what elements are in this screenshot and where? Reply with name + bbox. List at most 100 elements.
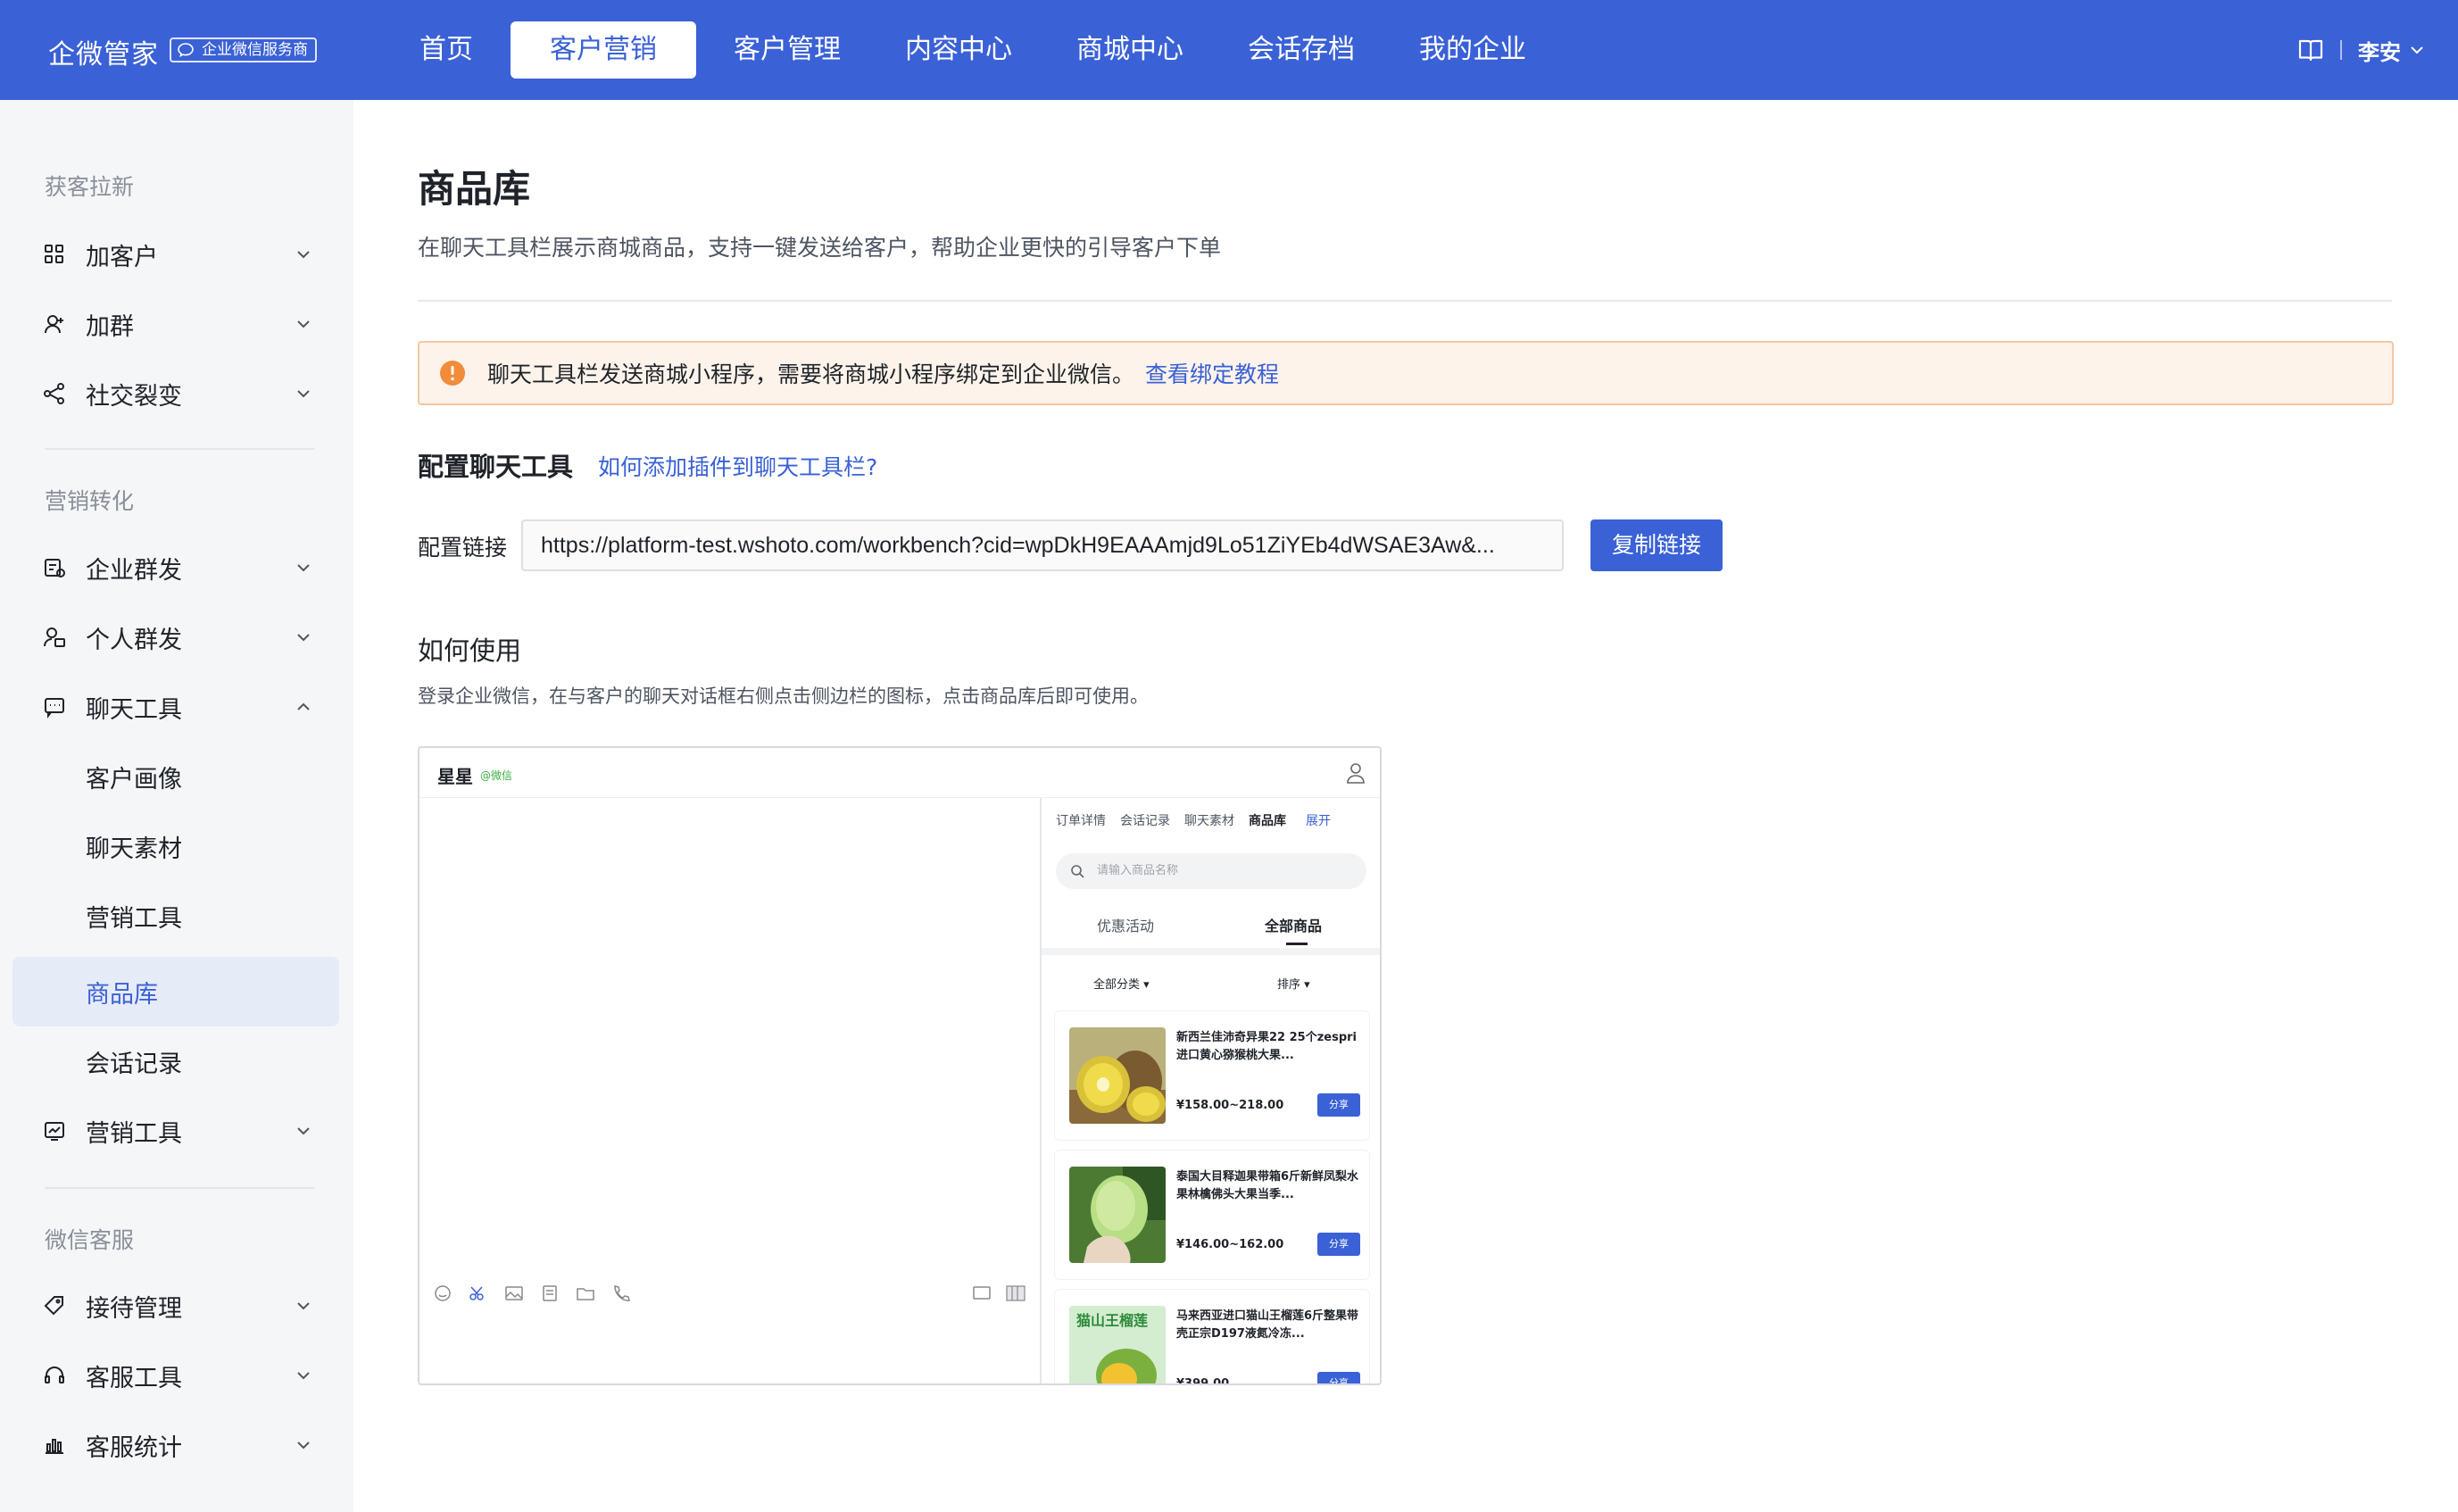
- preview-product-card: 泰国大目释迦果带箱6斤新鲜凤梨水果林檎佛头大果当季... ¥146.00~162…: [1054, 1150, 1370, 1280]
- sidebar-item-label: 接待管理: [86, 1294, 182, 1323]
- book-icon[interactable]: [2297, 37, 2324, 62]
- group-title-wechat-service: 微信客服: [45, 1227, 135, 1253]
- person-icon: [1347, 763, 1365, 784]
- sidebar-item-service-tools[interactable]: 客服工具: [12, 1341, 339, 1410]
- service-provider-badge: 企业微信服务商: [170, 37, 317, 62]
- sidebar-subitem-product-library[interactable]: 商品库: [12, 957, 339, 1026]
- nav-content-center[interactable]: 内容中心: [878, 21, 1039, 79]
- main-nav: 首页 客户营销 客户管理 内容中心 商城中心 会话存档 我的企业: [393, 0, 1564, 100]
- sidebar-item-label: 客服工具: [86, 1364, 182, 1392]
- preview-sidebar-panel: 订单详情 会话记录 聊天素材 商品库 展开 请输入商品名称 优惠活动 全部商品 …: [1040, 798, 1380, 1385]
- preview-tab-expand: 展开: [1306, 814, 1331, 828]
- preview-chat-toolbar: [432, 1284, 632, 1303]
- sidebar-subitem-marketing-tools[interactable]: 营销工具: [12, 881, 339, 951]
- preview-panel-tabs: 订单详情 会话记录 聊天素材 商品库 展开: [1042, 798, 1380, 843]
- sidebar-panel-icon: [1006, 1285, 1026, 1301]
- preview-filter-category: 全部分类 ▾: [1093, 978, 1150, 992]
- kiwi-image: [1069, 1027, 1166, 1124]
- nav-customer-marketing[interactable]: 客户营销: [511, 21, 696, 79]
- share-icon: [44, 383, 64, 404]
- config-link-field[interactable]: https://platform-test.wshoto.com/workben…: [521, 519, 1564, 571]
- sidebar-item-chat-tools[interactable]: 聊天工具: [12, 672, 339, 742]
- nav-customer-management[interactable]: 客户管理: [707, 21, 868, 79]
- preview-seg-underline: [1286, 943, 1308, 945]
- preview-product-card: 猫山王榴莲 马来西亚进口猫山王榴莲6斤整果带壳正宗D197液氮冷冻... ¥39…: [1054, 1289, 1370, 1385]
- sidebar: 获客拉新 加客户 加群 社交裂变 营销转化 企业群发 个人群发 聊天工具 客户画…: [0, 100, 353, 1512]
- sidebar-item-service-statistics[interactable]: 客服统计: [12, 1410, 339, 1480]
- preview-product-price: ¥399.00: [1176, 1377, 1230, 1385]
- preview-share-button: 分享: [1317, 1093, 1360, 1117]
- copy-link-button[interactable]: 复制链接: [1590, 519, 1723, 571]
- page-description: 在聊天工具栏展示商城商品，支持一键发送给客户，帮助企业更快的引导客户下单: [418, 235, 1222, 261]
- chevron-down-icon: [297, 251, 310, 259]
- sidebar-item-add-group[interactable]: 加群: [12, 289, 339, 359]
- sidebar-subitem-chat-materials[interactable]: 聊天素材: [12, 811, 339, 881]
- preview-segment-tabs: 优惠活动 全部商品: [1042, 903, 1380, 948]
- sidebar-item-label: 聊天素材: [86, 835, 182, 863]
- preview-share-button: 分享: [1317, 1372, 1360, 1383]
- nav-my-enterprise[interactable]: 我的企业: [1392, 21, 1553, 79]
- preview-tab-products: 商品库: [1249, 814, 1286, 828]
- sidebar-item-label: 聊天工具: [86, 695, 182, 724]
- section-title: 配置聊天工具: [418, 452, 574, 482]
- usage-preview-image: 星星 @微信 订单详情 会话记录 聊天素材 商品库 展开 请输入商品名称 优惠活…: [418, 746, 1382, 1385]
- scissors-icon: [469, 1286, 484, 1300]
- chevron-down-icon: [297, 1441, 310, 1450]
- top-navbar: 企微管家 企业微信服务商 首页 客户营销 客户管理 内容中心 商城中心 会话存档…: [0, 0, 2458, 100]
- broadcast-icon: [45, 559, 65, 577]
- nav-session-archive[interactable]: 会话存档: [1221, 21, 1382, 79]
- brand-logo-text[interactable]: 企微管家: [48, 32, 159, 71]
- preview-filter-sort: 排序 ▾: [1277, 978, 1310, 992]
- main-content: 商品库 在聊天工具栏展示商城商品，支持一键发送给客户，帮助企业更快的引导客户下单…: [353, 100, 2458, 1512]
- chat-icon: [45, 698, 64, 719]
- group-title-marketing: 营销转化: [45, 488, 135, 514]
- title-divider: [418, 300, 2392, 302]
- chevron-down-icon: [297, 564, 310, 572]
- chevron-down-icon: [297, 1372, 310, 1380]
- headset-icon: [45, 1367, 64, 1383]
- phone-icon: [614, 1285, 630, 1301]
- sidebar-item-label: 商品库: [86, 980, 158, 1009]
- alert-text: 聊天工具栏发送商城小程序，需要将商城小程序绑定到企业微信。: [487, 361, 1135, 387]
- user-menu[interactable]: 李安: [2358, 35, 2426, 66]
- sidebar-item-label: 企业群发: [86, 556, 182, 585]
- sidebar-item-label: 客户画像: [86, 765, 182, 793]
- preview-tab-orders: 订单详情: [1056, 814, 1106, 828]
- group-title-acquire: 获客拉新: [45, 174, 135, 200]
- preview-product-title: 泰国大目释迦果带箱6斤新鲜凤梨水果林檎佛头大果当季...: [1176, 1170, 1359, 1201]
- sidebar-item-label: 个人群发: [86, 626, 182, 654]
- search-icon: [1071, 865, 1084, 878]
- sidebar-subitem-customer-profile[interactable]: 客户画像: [12, 742, 339, 811]
- durian-image-label: 猫山王榴莲: [1076, 1312, 1148, 1329]
- nav-home[interactable]: 首页: [393, 21, 500, 79]
- preview-tab-chat-records: 会话记录: [1120, 814, 1170, 828]
- config-link-label: 配置链接: [418, 535, 508, 561]
- chevron-down-icon: [297, 1302, 310, 1310]
- sidebar-item-personal-broadcast[interactable]: 个人群发: [12, 602, 339, 672]
- preview-gap: [1042, 948, 1380, 955]
- screen-icon: [973, 1286, 991, 1300]
- binding-tutorial-link[interactable]: 查看绑定教程: [1145, 357, 1279, 389]
- durian-image: 猫山王榴莲: [1069, 1306, 1166, 1383]
- preview-contact-name: 星星: [437, 766, 473, 787]
- nav-mall-center[interactable]: 商城中心: [1050, 21, 1210, 79]
- chart-board-icon: [45, 1122, 64, 1141]
- header-separator: [2340, 40, 2342, 60]
- chevron-down-icon: [297, 1127, 310, 1135]
- preview-product-title: 新西兰佳沛奇异果22 25个zespri进口黄心猕猴桃大果...: [1176, 1031, 1358, 1062]
- top-right-area: 李安: [2297, 0, 2426, 100]
- preview-product-card: 新西兰佳沛奇异果22 25个zespri进口黄心猕猴桃大果... ¥158.00…: [1054, 1010, 1370, 1141]
- sidebar-item-marketing-tools[interactable]: 营销工具: [12, 1096, 339, 1166]
- preview-seg-all-products: 全部商品: [1265, 918, 1323, 935]
- sidebar-divider: [45, 1187, 314, 1189]
- sidebar-subitem-chat-records[interactable]: 会话记录: [12, 1026, 339, 1096]
- sidebar-item-label: 客服统计: [86, 1433, 182, 1462]
- sidebar-item-reception-management[interactable]: 接待管理: [12, 1271, 339, 1341]
- preview-chat-toolbar-right: [971, 1284, 1026, 1303]
- plugin-help-link[interactable]: 如何添加插件到聊天工具栏?: [598, 450, 877, 482]
- sidebar-item-social-fission[interactable]: 社交裂变: [12, 359, 339, 428]
- sidebar-item-add-customer[interactable]: 加客户: [12, 220, 339, 289]
- how-to-use-title: 如何使用: [418, 636, 522, 666]
- chevron-down-icon: [297, 390, 310, 398]
- sidebar-item-enterprise-broadcast[interactable]: 企业群发: [12, 533, 339, 602]
